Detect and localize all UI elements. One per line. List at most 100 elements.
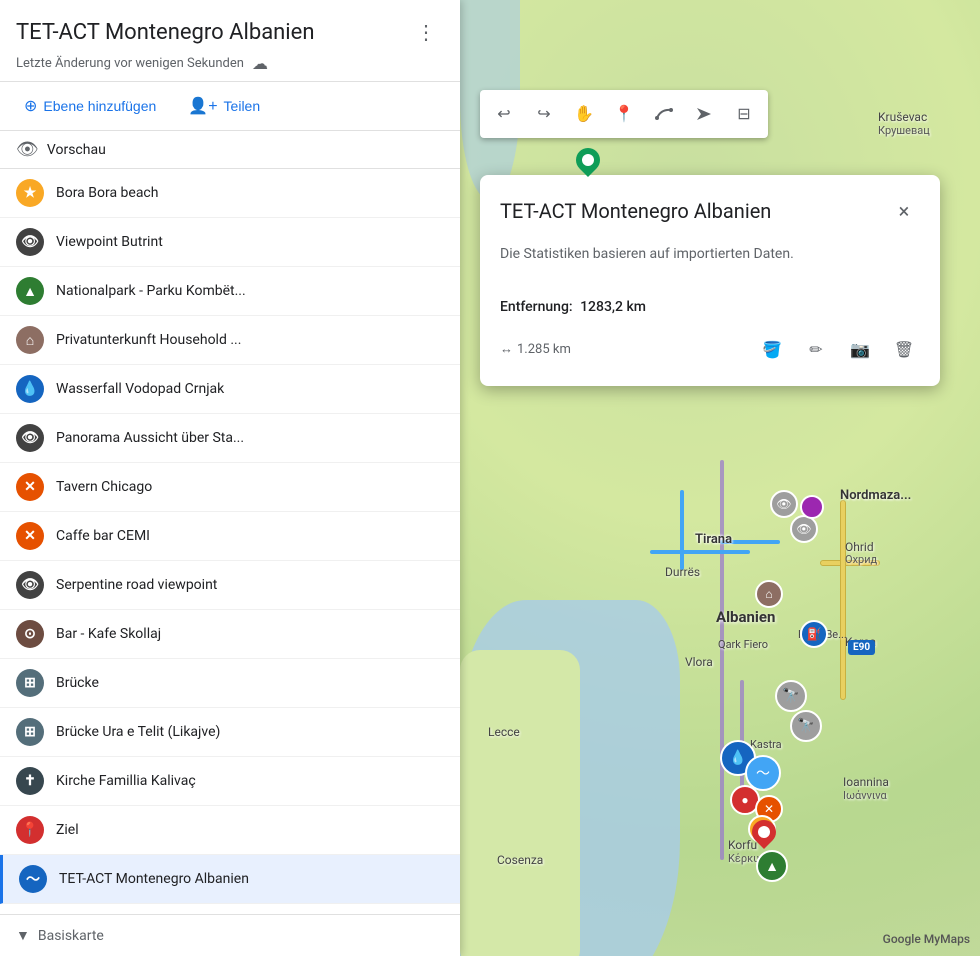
item-label-viewpoint-butrint: Viewpoint Butrint (56, 234, 444, 250)
city-label-albanien: Albanien (716, 608, 775, 626)
city-label-vlora: Vlora (685, 655, 713, 669)
distance-arrows-icon: ↔ (500, 340, 513, 361)
item-label-kirche: Kirche Famillia Kalivaç (56, 773, 444, 789)
item-label-wasserfall: Wasserfall Vodopad Crnjak (56, 381, 444, 397)
item-label-tavern: Tavern Chicago (56, 479, 444, 495)
map-toolbar: ↩ ↪ ✋ 📍 ⊟ (480, 90, 768, 138)
marker-binoculars[interactable]: 🔭 (775, 680, 807, 712)
list-item-privatunterkunft[interactable]: ⌂ Privatunterkunft Household ... (0, 316, 460, 365)
city-label-krusevac: Kruševac (878, 110, 927, 124)
item-label-serpentine: Serpentine road viewpoint (56, 577, 444, 593)
item-label-brucke-ura: Brücke Ura e Telit (Likajve) (56, 724, 444, 740)
last-modified-row: Letzte Änderung vor wenigen Sekunden ☁ (16, 54, 444, 73)
info-popup: TET-ACT Montenegro Albanien × Die Statis… (480, 175, 940, 386)
italy-land (460, 650, 580, 956)
add-marker-button[interactable]: 📍 (606, 96, 642, 132)
list-item-bora-bora[interactable]: ★ Bora Bora beach (0, 169, 460, 218)
city-label-tirana: Tirana (695, 532, 732, 547)
list-item-brucke[interactable]: ⊞ Brücke (0, 659, 460, 708)
edit-button[interactable]: ✏ (800, 334, 832, 366)
share-button[interactable]: 👤+ Teilen (180, 92, 268, 120)
list-item-panorama[interactable]: 👁 Panorama Aussicht über Sta... (0, 414, 460, 463)
list-item-viewpoint-butrint[interactable]: 👁 Viewpoint Butrint (0, 218, 460, 267)
sidebar-item-list[interactable]: ★ Bora Bora beach 👁 Viewpoint Butrint ▲ … (0, 169, 460, 914)
route-vertical (720, 460, 724, 860)
distance-value: 1283,2 km (580, 299, 646, 315)
list-item-caffe[interactable]: ✕ Caffe bar CEMI (0, 512, 460, 561)
google-logo: Google MyMaps (883, 932, 970, 946)
city-label-qark: Qark Fiero (718, 638, 768, 651)
item-label-caffe: Caffe bar CEMI (56, 528, 444, 544)
sidebar-header: TET-ACT Montenegro Albanien ⋮ Letzte Änd… (0, 0, 460, 82)
marker-purple[interactable] (800, 495, 824, 519)
undo-button[interactable]: ↩ (486, 96, 522, 132)
marker-gray-2[interactable]: 👁 (790, 515, 818, 543)
item-icon-privatunterkunft: ⌂ (16, 326, 44, 354)
draw-path-button[interactable] (646, 96, 682, 132)
paint-bucket-button[interactable]: 🪣 (756, 334, 788, 366)
popup-body: Die Statistiken basieren auf importierte… (500, 243, 920, 366)
item-icon-caffe: ✕ (16, 522, 44, 550)
city-label-kastra: Kastra (750, 738, 782, 751)
item-icon-bar-kafe: ⊙ (16, 620, 44, 648)
basemap-label: Basiskarte (38, 928, 104, 944)
list-item-bar-kafe[interactable]: ⊙ Bar - Kafe Skollaj (0, 610, 460, 659)
popup-title: TET-ACT Montenegro Albanien (500, 199, 771, 223)
list-item-tavern[interactable]: ✕ Tavern Chicago (0, 463, 460, 512)
item-icon-serpentine: 👁 (16, 571, 44, 599)
item-icon-tet-act: 〜 (19, 865, 47, 893)
delete-button[interactable]: 🗑 (888, 334, 920, 366)
last-modified-text: Letzte Änderung vor wenigen Sekunden (16, 56, 244, 71)
popup-actions-row: ↔ 1.285 km 🪣 ✏ 📷 🗑 (500, 334, 920, 366)
add-layer-label: Ebene hinzufügen (43, 98, 156, 114)
camera-button[interactable]: 📷 (844, 334, 876, 366)
item-label-bora-bora: Bora Bora beach (56, 185, 444, 201)
preview-label: Vorschau (47, 142, 106, 158)
city-label-lecce: Lecce (488, 725, 520, 739)
share-label: Teilen (224, 98, 261, 114)
marker-nationalpark[interactable]: ▲ (756, 850, 788, 882)
list-item-tet-act[interactable]: 〜 TET-ACT Montenegro Albanien (0, 855, 460, 904)
cloud-sync-icon: ☁ (252, 54, 268, 73)
marker-binoculars-2[interactable]: 🔭 (790, 710, 822, 742)
list-item-nationalpark[interactable]: ▲ Nationalpark - Parku Kombët... (0, 267, 460, 316)
basemap-section[interactable]: ▼ Basiskarte (16, 927, 444, 944)
list-item-brucke-ura[interactable]: ⊞ Brücke Ura e Telit (Likajve) (0, 708, 460, 757)
list-item-serpentine[interactable]: 👁 Serpentine road viewpoint (0, 561, 460, 610)
item-icon-bora-bora: ★ (16, 179, 44, 207)
item-icon-wasserfall: 💧 (16, 375, 44, 403)
route-blue-h (650, 550, 750, 554)
pan-button[interactable]: ✋ (566, 96, 602, 132)
preview-row[interactable]: 👁 Vorschau (0, 131, 460, 169)
directions-button[interactable] (686, 96, 722, 132)
list-item-wasserfall[interactable]: 💧 Wasserfall Vodopad Crnjak (0, 365, 460, 414)
city-label-krusevac-cyrillic: Крушевац (878, 124, 930, 137)
road-badge-e90: E90 (848, 640, 875, 655)
marker-gray-1[interactable]: 👁 (770, 490, 798, 518)
popup-header: TET-ACT Montenegro Albanien × (500, 195, 920, 227)
popup-close-button[interactable]: × (888, 195, 920, 227)
green-location-pin[interactable] (576, 148, 600, 180)
more-options-icon[interactable]: ⋮ (408, 16, 444, 48)
item-icon-ziel: 📍 (16, 816, 44, 844)
chevron-down-icon: ▼ (16, 927, 30, 944)
item-icon-viewpoint-butrint: 👁 (16, 228, 44, 256)
popup-distance-text: Entfernung: 1283,2 km (500, 296, 920, 318)
item-label-brucke: Brücke (56, 675, 444, 691)
city-label-durres: Durrës (665, 565, 700, 579)
list-item-ziel[interactable]: 📍 Ziel (0, 806, 460, 855)
redo-button[interactable]: ↪ (526, 96, 562, 132)
marker-brown[interactable]: ⌂ (755, 580, 783, 608)
measure-button[interactable]: ⊟ (726, 96, 762, 132)
city-label-nordmaza: Nordmaza... (840, 488, 911, 503)
add-layer-button[interactable]: ⊕ Ebene hinzufügen (16, 92, 164, 120)
route-blue-v (680, 490, 684, 570)
sidebar-actions-row: ⊕ Ebene hinzufügen 👤+ Teilen (0, 82, 460, 131)
marker-blue-fuel[interactable]: ⛽ (800, 620, 828, 648)
red-destination-pin[interactable] (752, 820, 776, 852)
list-item-kirche[interactable]: ✝ Kirche Famillia Kalivaç (0, 757, 460, 806)
item-label-bar-kafe: Bar - Kafe Skollaj (56, 626, 444, 642)
item-icon-brucke: ⊞ (16, 669, 44, 697)
road-vertical-e (840, 500, 846, 700)
map-title: TET-ACT Montenegro Albanien (16, 20, 408, 45)
